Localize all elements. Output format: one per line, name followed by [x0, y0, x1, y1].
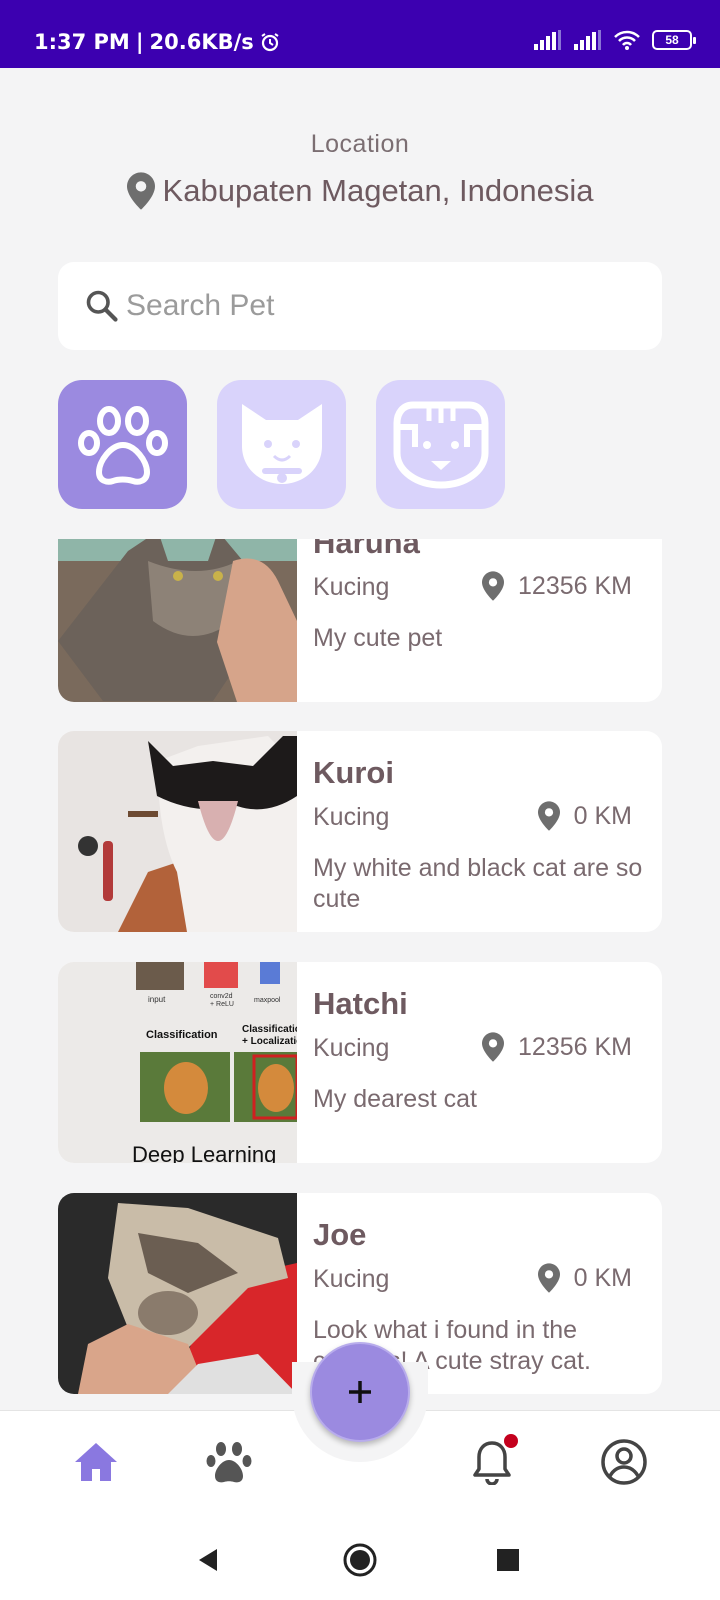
location-pin-icon: [482, 571, 505, 601]
add-icon: [349, 1381, 371, 1403]
location-pin-icon: [537, 801, 560, 831]
system-back-button[interactable]: [188, 1540, 228, 1580]
pet-name: Haruna: [313, 539, 420, 560]
status-icons: 58: [534, 30, 696, 50]
nav-pets[interactable]: [201, 1434, 257, 1490]
search-input[interactable]: [126, 289, 606, 323]
search-icon: [86, 290, 118, 322]
pet-distance-value: 0 KM: [573, 801, 632, 830]
category-all-button[interactable]: [58, 380, 187, 509]
pet-description: My cute pet: [313, 624, 443, 652]
photo-text-maxpool: maxpool: [254, 997, 281, 1004]
wifi-icon: [614, 30, 640, 50]
category-dog-button[interactable]: [376, 380, 505, 509]
pet-name: Joe: [313, 1217, 367, 1252]
alarm-icon: [261, 33, 279, 52]
pet-distance: 12356 KM: [482, 1032, 632, 1062]
notification-badge: [504, 1434, 518, 1448]
nav-notifications[interactable]: [464, 1434, 520, 1490]
system-recents-button[interactable]: [488, 1540, 528, 1580]
profile-icon: [601, 1439, 647, 1485]
pet-description: My dearest cat: [313, 1085, 477, 1113]
add-pet-button[interactable]: [310, 1342, 410, 1442]
pet-distance-value: 12356 KM: [518, 571, 632, 600]
photo-text-conv: conv2d: [210, 993, 233, 1000]
dog-face-icon: [393, 401, 488, 489]
location-value-text: Kabupaten Magetan, Indonesia: [162, 173, 594, 208]
nav-home[interactable]: [68, 1434, 124, 1490]
battery-indicator: 58: [652, 30, 696, 50]
pet-type: Kucing: [313, 803, 390, 831]
paw-icon: [77, 405, 168, 485]
pet-photo: input conv2d + ReLU maxpool Classificati…: [58, 962, 297, 1163]
recents-icon: [497, 1549, 519, 1571]
pet-type: Kucing: [313, 1034, 390, 1062]
nav-profile[interactable]: [596, 1434, 652, 1490]
location-pin-icon: [126, 172, 155, 210]
pet-distance: 0 KM: [537, 801, 632, 831]
photo-text-deep: Deep Learning: [132, 1142, 276, 1163]
pet-name: Kuroi: [313, 755, 394, 790]
location-pin-icon: [482, 1032, 505, 1062]
search-bar[interactable]: [58, 262, 662, 350]
pet-distance-value: 0 KM: [573, 1263, 632, 1292]
system-home-button[interactable]: [340, 1540, 380, 1580]
photo-text-classification-loc-2: + Localization: [242, 1036, 297, 1047]
status-separator: |: [135, 30, 144, 54]
signal-icon: [574, 30, 601, 50]
paw-icon: [206, 1442, 252, 1483]
status-time: 1:37 PM: [34, 30, 130, 54]
pet-card[interactable]: Kuroi Kucing 0 KM My white and black cat…: [58, 731, 662, 932]
pet-distance: 12356 KM: [482, 571, 632, 601]
cat-face-icon: [241, 403, 322, 484]
system-navigation-bar: [0, 1514, 720, 1600]
location-label: Location: [310, 130, 410, 158]
category-cat-button[interactable]: [217, 380, 346, 509]
pet-distance-value: 12356 KM: [518, 1032, 632, 1061]
photo-text-input: input: [148, 995, 166, 1004]
signal-icon: [534, 30, 561, 50]
status-bar: 1:37 PM | 20.6KB/s 58: [0, 0, 720, 68]
home-circle-icon: [343, 1543, 377, 1577]
pet-type: Kucing: [313, 573, 390, 601]
pet-photo: [58, 1193, 297, 1394]
pet-description: My white and black cat are so cute: [313, 854, 643, 913]
photo-text-classification: Classification: [146, 1029, 218, 1041]
status-info: 1:37 PM | 20.6KB/s: [34, 30, 280, 54]
pet-photo: [58, 539, 297, 702]
pet-type: Kucing: [313, 1265, 390, 1293]
status-network-speed: 20.6KB/s: [149, 30, 254, 54]
location-selector[interactable]: Kabupaten Magetan, Indonesia: [0, 172, 720, 210]
location-pin-icon: [537, 1263, 560, 1293]
pet-name: Hatchi: [313, 986, 408, 1021]
photo-text-classification-loc-1: Classification: [242, 1024, 297, 1035]
pet-list[interactable]: Haruna Kucing 12356 KM My cute pet Kuroi…: [58, 539, 662, 1395]
back-icon: [199, 1549, 217, 1571]
pet-photo: [58, 731, 297, 932]
photo-text-relu: + ReLU: [210, 1001, 234, 1008]
pet-card[interactable]: input conv2d + ReLU maxpool Classificati…: [58, 962, 662, 1163]
pet-distance: 0 KM: [537, 1263, 632, 1293]
home-icon: [75, 1443, 117, 1481]
pet-card[interactable]: Haruna Kucing 12356 KM My cute pet: [58, 539, 662, 702]
